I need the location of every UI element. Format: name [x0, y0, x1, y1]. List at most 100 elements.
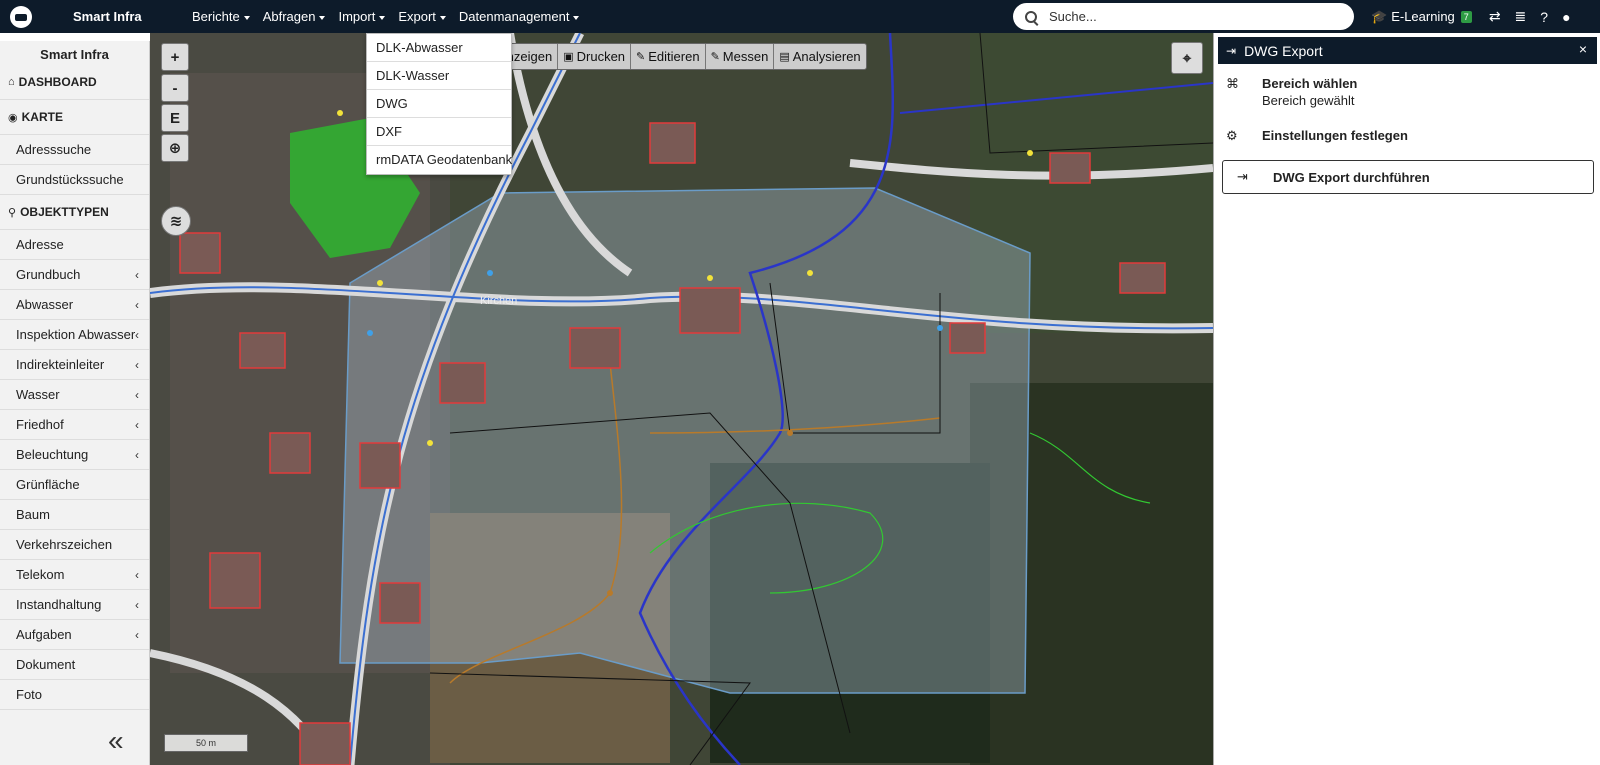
nav-export[interactable]: Export	[398, 9, 446, 24]
menu-item-rmdata-geodatenbank[interactable]: rmDATA Geodatenbank	[367, 146, 512, 174]
map-canvas[interactable]	[150, 33, 1213, 765]
sidebar-item-grundbuch[interactable]: Grundbuch ‹	[0, 260, 149, 290]
sidebar-object-list: Adresse Grundbuch ‹ Abwasser ‹ Inspektion Abw…	[0, 230, 149, 710]
sidebar-item-indirekteinleiter[interactable]: Indirekteinleiter ‹	[0, 350, 149, 380]
menu-item-dxf[interactable]: DXF	[367, 118, 511, 146]
sidebar-item-verkehrszeichen[interactable]: Verkehrszeichen	[0, 530, 149, 560]
sidebar-item-inspektion-abwasser[interactable]: Inspektion Abwasser ‹	[0, 320, 149, 350]
export-icon: ⇥	[1237, 169, 1248, 184]
panel-title: DWG Export	[1244, 42, 1323, 59]
caret-down-icon	[243, 15, 250, 20]
sidebar-item-instandhaltung[interactable]: Instandhaltung ‹	[0, 590, 149, 620]
elearning-link[interactable]: 🎓 E-Learning 7	[1371, 9, 1472, 25]
nav-datenmanagement[interactable]: Datenmanagement	[459, 9, 580, 24]
scale-bar: 50 m	[164, 734, 248, 752]
collapse-sidebar-icon[interactable]: «	[108, 725, 124, 757]
map-view[interactable]: Kirchen + - E ⊕ ≋ Anzeigen ▣ Drucken ✎ Edi…	[150, 33, 1213, 765]
e-button[interactable]: E	[161, 104, 189, 132]
sidebar-item-abwasser[interactable]: Abwasser ‹	[0, 290, 149, 320]
app-title[interactable]: Smart Infra	[73, 9, 181, 24]
export-dropdown-menu: DLK-Abwasser DLK-Wasser DWG DXF rmDATA G…	[366, 33, 512, 175]
sidebar-karte[interactable]: ◉ KARTE	[0, 100, 149, 135]
editieren-button[interactable]: ✎ Editieren	[631, 44, 706, 69]
exchange-icon[interactable]: ⇄	[1489, 8, 1501, 25]
drucken-button[interactable]: ▣ Drucken	[558, 44, 632, 69]
chevron-left-icon: ‹	[135, 297, 139, 312]
search-icon: ⚲	[8, 206, 17, 219]
caret-down-icon	[439, 15, 446, 20]
top-right-tools: 🎓 E-Learning 7 ⇄ ≣ ? ●	[1371, 0, 1578, 33]
chevron-left-icon: ‹	[135, 567, 139, 582]
sidebar-item-baum[interactable]: Baum	[0, 500, 149, 530]
sidebar-dashboard[interactable]: ⌂ DASHBOARD	[0, 65, 149, 100]
caret-down-icon	[379, 15, 386, 20]
add-marker-button[interactable]: ⌖	[1171, 42, 1203, 74]
caret-down-icon	[319, 15, 326, 20]
user-icon[interactable]: ●	[1562, 9, 1570, 25]
export-icon: ⇥	[1226, 43, 1237, 58]
sidebar-item-grünfläche[interactable]: Grünfläche	[0, 470, 149, 500]
sidebar-item-dokument[interactable]: Dokument	[0, 650, 149, 680]
crosshair-icon: ⊕	[168, 140, 182, 157]
zoom-out-button[interactable]: -	[161, 74, 189, 102]
map-marker-plus-icon: ⌖	[1182, 49, 1192, 67]
step-dwg-export-durchfuehren[interactable]: ⇥ DWG Export durchführen	[1222, 160, 1594, 194]
sidebar-item-adresse[interactable]: Adresse	[0, 230, 149, 260]
globe-icon: ◉	[8, 111, 18, 124]
nav-berichte[interactable]: Berichte	[192, 9, 250, 24]
chevron-left-icon: ‹	[135, 267, 139, 282]
chevron-left-icon: ‹	[135, 597, 139, 612]
chart-icon: ▤	[779, 51, 790, 63]
layers-button[interactable]: ≋	[161, 206, 191, 236]
locate-button[interactable]: ⊕	[161, 134, 189, 162]
map-place-label: Kirchen	[480, 295, 518, 307]
chevron-left-icon: ‹	[135, 447, 139, 462]
draw-polygon-icon: ⌘	[1226, 76, 1239, 91]
pencil-icon: ✎	[636, 51, 646, 63]
sidebar-item-adresssuche[interactable]: Adresssuche	[0, 135, 149, 165]
chevron-left-icon: ‹	[135, 627, 139, 642]
dwg-export-panel: ⇥ DWG Export × ⌘ Bereich wählen Bereich …	[1213, 33, 1600, 765]
menu-item-dlk-wasser[interactable]: DLK-Wasser	[367, 62, 511, 90]
database-icon[interactable]: ≣	[1515, 8, 1527, 25]
step-title: DWG Export durchführen	[1273, 169, 1430, 185]
nav-import[interactable]: Import	[338, 9, 386, 24]
chevron-left-icon: ‹	[135, 387, 139, 402]
sidebar-objekttypen[interactable]: ⚲ OBJEKTTYPEN	[0, 195, 149, 230]
search-input[interactable]	[1049, 9, 1339, 24]
chevron-left-icon: ‹	[135, 357, 139, 372]
menu-item-dwg[interactable]: DWG	[367, 90, 511, 118]
chevron-left-icon: ‹	[135, 327, 139, 342]
step-title: Bereich wählen	[1262, 76, 1358, 91]
nav-abfragen[interactable]: Abfragen	[263, 9, 326, 24]
search-box	[1013, 3, 1354, 30]
analysieren-button[interactable]: ▤ Analysieren	[774, 44, 865, 69]
messen-button[interactable]: ✎ Messen	[706, 44, 775, 69]
menu-item-dlk-abwasser[interactable]: DLK-Abwasser	[367, 34, 511, 62]
elearning-badge: 7	[1460, 10, 1472, 23]
sidebar-item-aufgaben[interactable]: Aufgaben ‹	[0, 620, 149, 650]
help-icon[interactable]: ?	[1540, 9, 1548, 25]
zoom-in-button[interactable]: +	[161, 43, 189, 71]
sidebar-item-telekom[interactable]: Telekom ‹	[0, 560, 149, 590]
sidebar-item-beleuchtung[interactable]: Beleuchtung ‹	[0, 440, 149, 470]
sidebar-item-foto[interactable]: Foto	[0, 680, 149, 710]
top-navbar: Smart Infra Berichte Abfragen Import Exp…	[0, 0, 1600, 33]
sidebar-item-grundstueckssuche[interactable]: Grundstückssuche	[0, 165, 149, 195]
step-subtitle: Bereich gewählt	[1262, 93, 1355, 108]
ruler-icon: ✎	[710, 51, 720, 63]
sidebar-item-friedhof[interactable]: Friedhof ‹	[0, 410, 149, 440]
sidebar: Smart Infra ⌂ DASHBOARD ◉ KARTE Adresssuch…	[0, 41, 150, 765]
sidebar-item-wasser[interactable]: Wasser ‹	[0, 380, 149, 410]
gears-icon: ⚙	[1226, 128, 1238, 143]
print-icon: ▣	[563, 51, 574, 63]
panel-header: ⇥ DWG Export ×	[1218, 37, 1597, 64]
step-title: Einstellungen festlegen	[1262, 128, 1408, 143]
app-logo-icon[interactable]	[10, 5, 32, 28]
chevron-left-icon: ‹	[135, 417, 139, 432]
search-icon	[1025, 10, 1037, 23]
main-nav: Berichte Abfragen Import Export Datenman…	[192, 9, 592, 24]
step-bereich-waehlen[interactable]: ⌘ Bereich wählen Bereich gewählt	[1226, 76, 1357, 108]
step-einstellungen-festlegen[interactable]: ⚙ Einstellungen festlegen	[1226, 128, 1408, 144]
close-icon[interactable]: ×	[1579, 41, 1587, 57]
